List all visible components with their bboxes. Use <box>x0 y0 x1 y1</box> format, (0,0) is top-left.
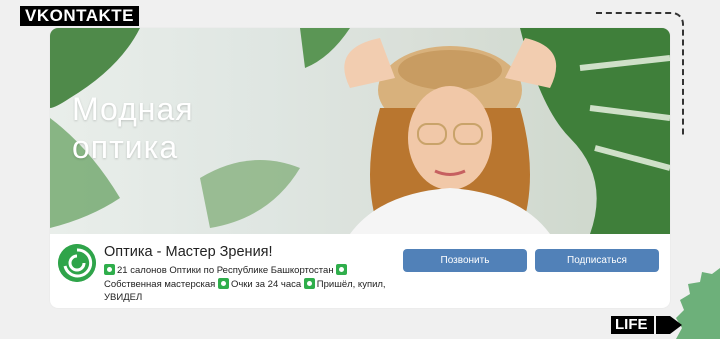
group-card: Модная оптика Оптика - Мастер Зрения! 21… <box>50 28 670 308</box>
cover-title: Модная оптика <box>72 90 292 166</box>
sparkle-emoji-icon <box>217 277 229 289</box>
vkontakte-label: VKONTAKTE <box>20 6 140 26</box>
desc-line-3: Очки за 24 часа <box>230 278 302 290</box>
sparkle-emoji-icon <box>336 264 348 275</box>
group-info: Оптика - Мастер Зрения! 21 салонов Оптик… <box>50 234 670 308</box>
subscribe-button[interactable]: Подписаться <box>535 249 659 272</box>
cover-title-line2: оптика <box>72 129 179 165</box>
life-logo-arrow-icon <box>656 316 682 334</box>
desc-line-1: 21 салонов Оптики по Республике Башкорто… <box>117 265 334 276</box>
desc-line-2: Собственная мастерская <box>104 278 216 290</box>
group-avatar[interactable] <box>58 244 96 282</box>
call-button[interactable]: Позвонить <box>403 249 527 272</box>
group-description: 21 салонов Оптики по Республике Башкорто… <box>104 264 394 305</box>
sparkle-emoji-icon <box>303 277 315 289</box>
sparkle-emoji-icon <box>104 264 115 275</box>
life-logo: LIFE <box>611 316 654 334</box>
cover-title-line1: Модная <box>72 91 194 127</box>
group-name[interactable]: Оптика - Мастер Зрения! <box>104 244 273 260</box>
decorative-green-badge <box>676 268 720 339</box>
cover-image: Модная оптика <box>50 28 670 234</box>
swirl-logo-icon <box>58 244 96 282</box>
